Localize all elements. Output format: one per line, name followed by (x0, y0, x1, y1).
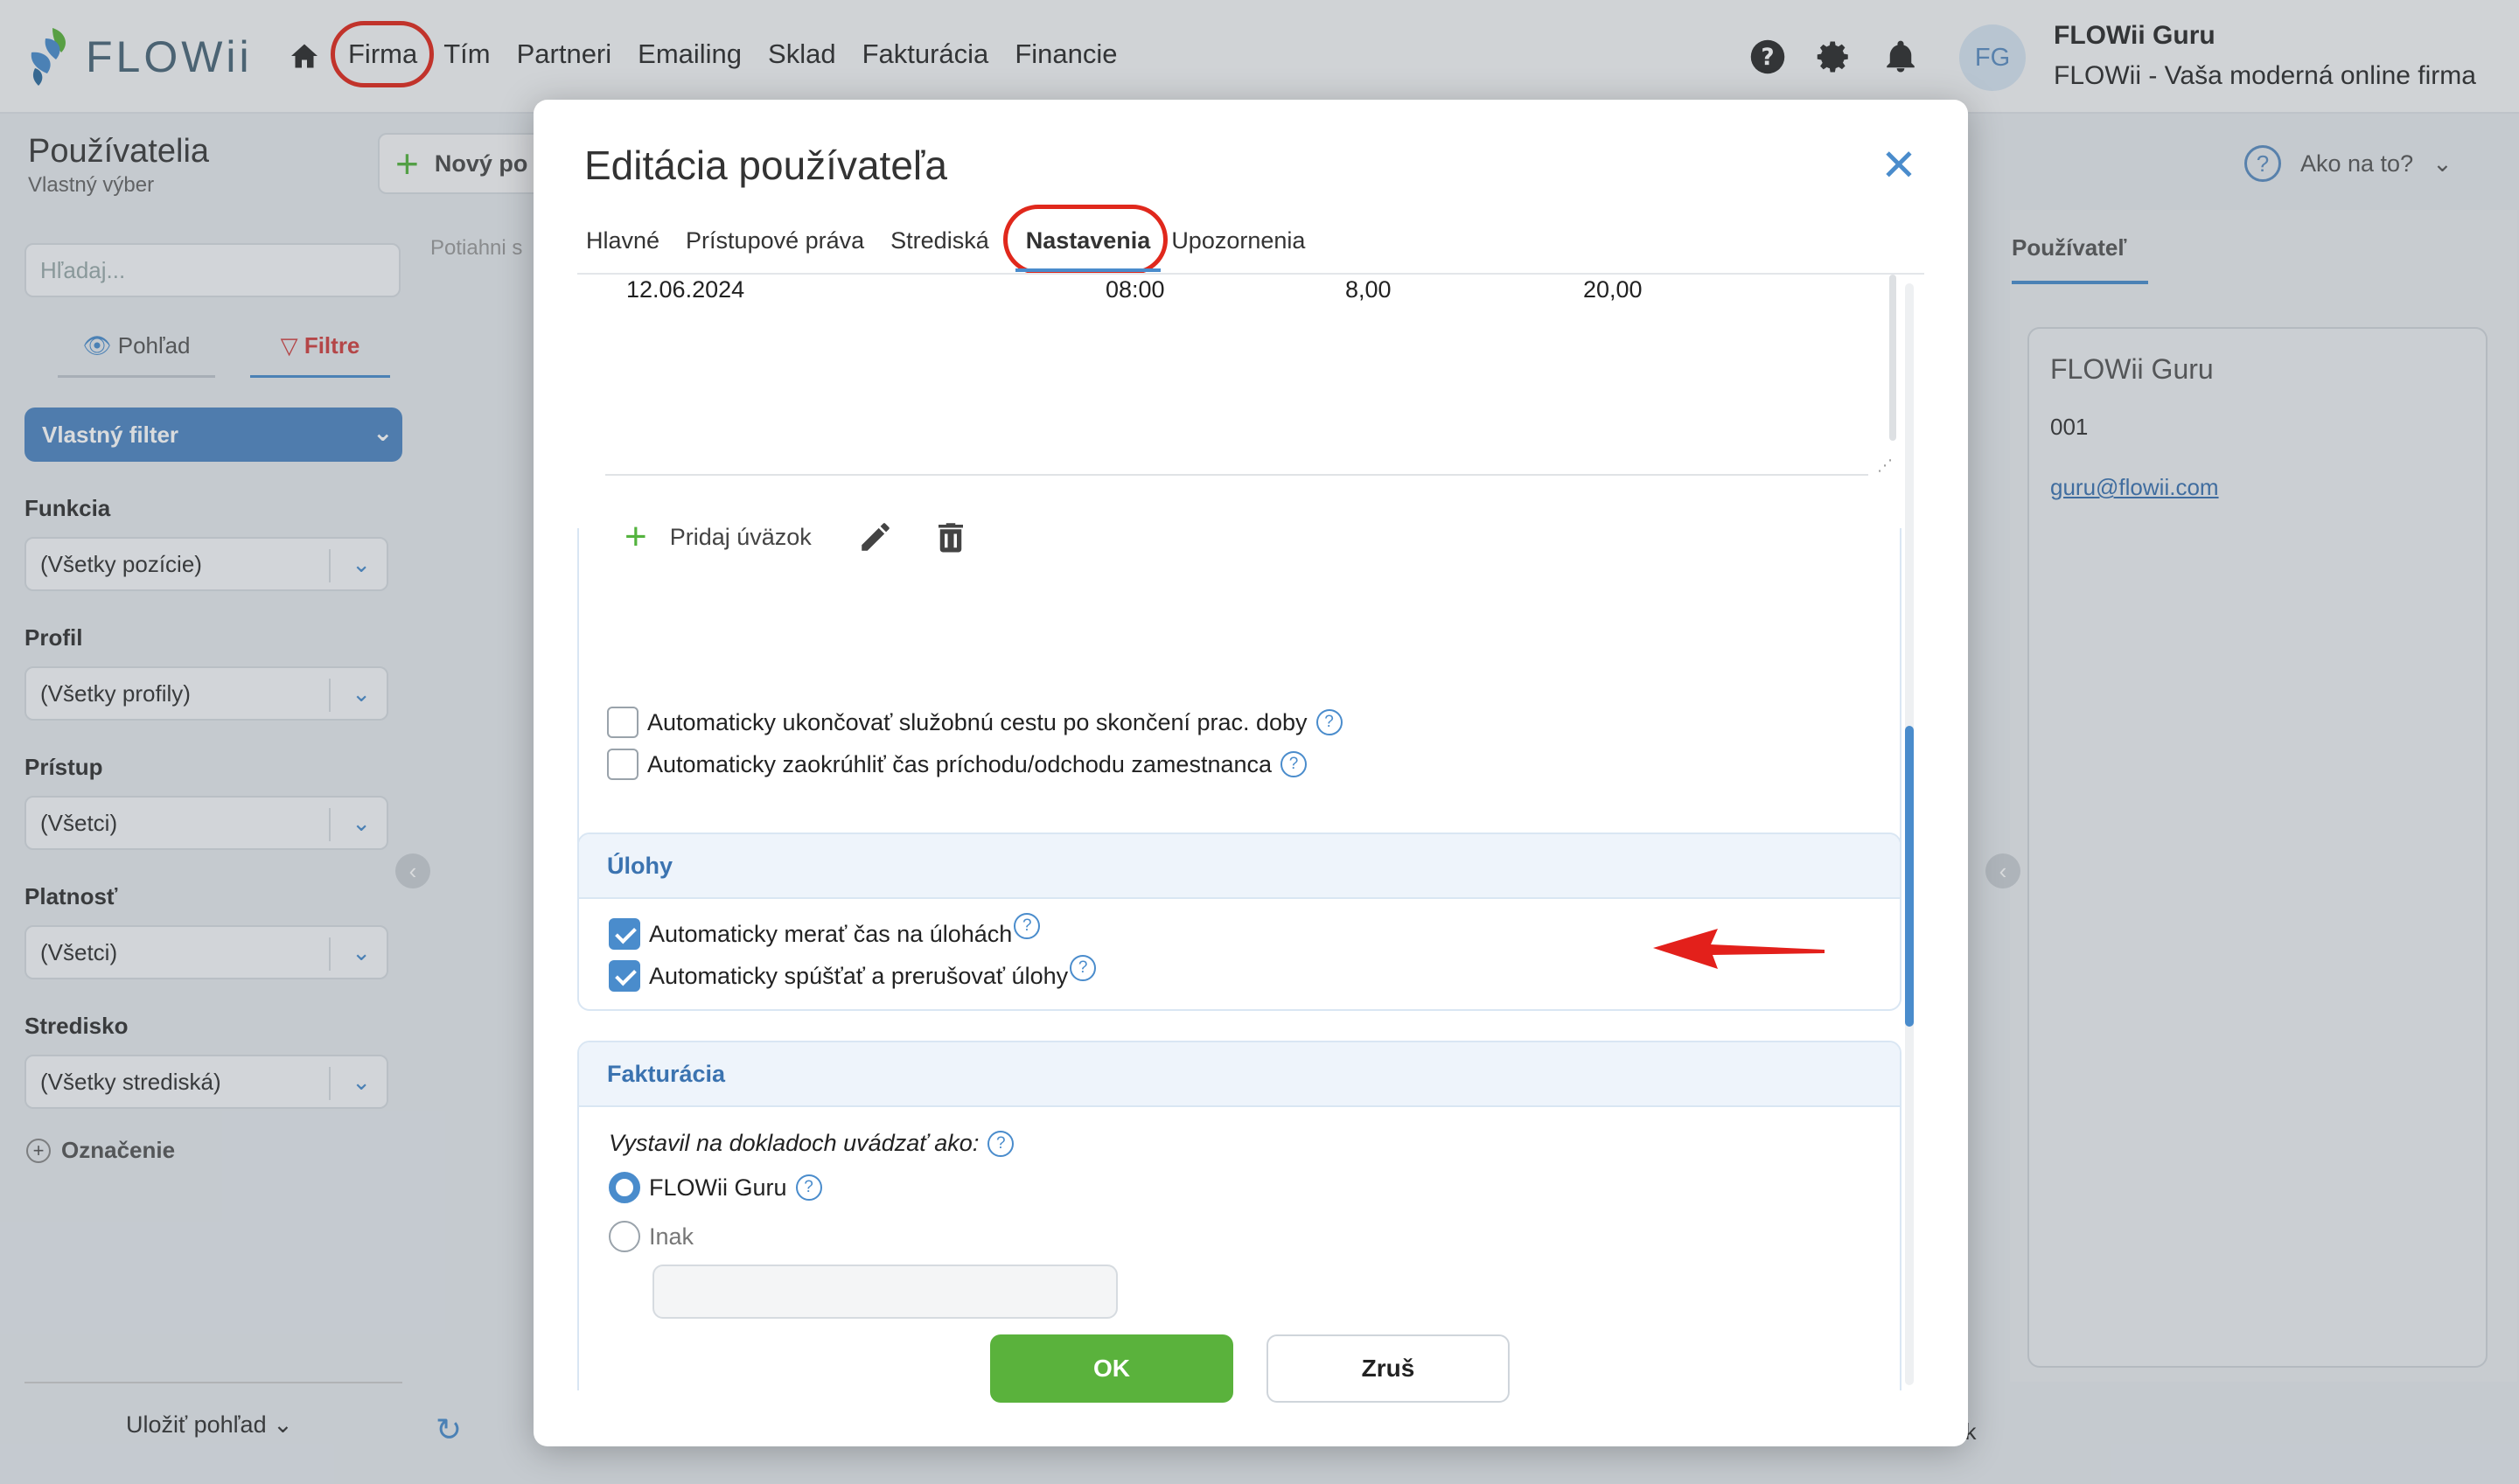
workload-table: 12.06.2024 08:00 8,00 20,00 ⋰ (605, 275, 1896, 476)
pencil-icon[interactable] (857, 519, 894, 555)
radio-label: Inak (649, 1223, 694, 1250)
dialog-tabs: Hlavné Prístupové práva Strediská Nastav… (586, 205, 1305, 275)
tab-notifications[interactable]: Upozornenia (1171, 227, 1305, 254)
dialog-scrollbar-thumb[interactable] (1905, 726, 1914, 1027)
help-icon[interactable]: ? (1280, 751, 1308, 777)
issuer-label: Vystavil na dokladoch uvádzať ako: ? (609, 1130, 1015, 1157)
checkbox[interactable] (607, 707, 638, 738)
help-icon[interactable]: ? (1014, 913, 1041, 939)
issuer-label-text: Vystavil na dokladoch uvádzať ako: (609, 1130, 980, 1156)
table-scrollbar[interactable] (1889, 275, 1896, 441)
auto-start-pause-checkbox[interactable]: Automaticky spúšťať a prerušovať úlohy ? (609, 955, 1097, 992)
add-workload-button[interactable]: Pridaj úväzok (670, 524, 812, 551)
resize-grip-icon[interactable]: ⋰ (1877, 456, 1893, 475)
auto-end-trip-checkbox[interactable]: Automaticky ukončovať služobnú cestu po … (607, 707, 1343, 738)
invoicing-section: Fakturácia Vystavil na dokladoch uvádzať… (577, 1041, 1901, 1390)
cell-date: 12.06.2024 (626, 276, 745, 303)
cancel-button[interactable]: Zruš (1266, 1334, 1510, 1403)
help-icon[interactable]: ? (987, 1130, 1015, 1157)
dialog-title: Editácia používateľa (584, 143, 947, 188)
workload-icons (857, 519, 969, 555)
auto-measure-time-checkbox[interactable]: Automaticky merať čas na úlohách ? (609, 913, 1041, 950)
dialog-scroll-area: 12.06.2024 08:00 8,00 20,00 ⋰ + Pridaj ú… (577, 275, 1942, 1390)
checkbox-checked[interactable] (609, 918, 640, 950)
help-icon[interactable]: ? (795, 1174, 822, 1201)
help-icon[interactable]: ? (1315, 709, 1343, 735)
radio[interactable] (609, 1221, 640, 1252)
checkbox-label: Automaticky ukončovať služobnú cestu po … (647, 708, 1308, 735)
cell-value: 20,00 (1583, 276, 1643, 303)
issuer-other-input[interactable] (652, 1265, 1118, 1319)
checkbox[interactable] (607, 749, 638, 780)
plus-icon[interactable]: + (625, 518, 647, 556)
tab-access-rights[interactable]: Prístupové práva (686, 227, 864, 254)
radio-selected[interactable] (609, 1172, 640, 1203)
invoicing-section-title: Fakturácia (579, 1042, 1900, 1107)
edit-user-dialog: Editácia používateľa ✕ Hlavné Prístupové… (534, 100, 1968, 1446)
cell-time: 08:00 (1106, 276, 1165, 303)
issuer-option-other[interactable]: Inak (609, 1221, 694, 1252)
ok-button[interactable]: OK (990, 1334, 1233, 1403)
help-icon[interactable]: ? (1070, 955, 1097, 981)
checkbox-checked[interactable] (609, 960, 640, 992)
checkbox-label: Automaticky spúšťať a prerušovať úlohy (649, 962, 1069, 989)
cell-hours: 8,00 (1345, 276, 1392, 303)
checkbox-label: Automaticky merať čas na úlohách (649, 920, 1013, 947)
tab-centers[interactable]: Strediská (890, 227, 989, 254)
auto-round-time-checkbox[interactable]: Automaticky zaokrúhliť čas príchodu/odch… (607, 749, 1308, 780)
issuer-option-name[interactable]: FLOWii Guru ? (609, 1172, 822, 1203)
close-icon[interactable]: ✕ (1881, 143, 1917, 187)
radio-label: FLOWii Guru (649, 1174, 787, 1201)
checkbox-label: Automaticky zaokrúhliť čas príchodu/odch… (647, 750, 1273, 777)
tasks-section-title: Úlohy (579, 834, 1900, 899)
workload-toolbar: + Pridaj úväzok (625, 518, 969, 556)
tab-main[interactable]: Hlavné (586, 227, 659, 254)
tab-settings[interactable]: Nastavenia (1002, 205, 1168, 275)
trash-icon[interactable] (932, 519, 969, 555)
workload-section (577, 528, 1901, 878)
highlight-ring (1002, 205, 1168, 275)
red-arrow-annotation (1653, 929, 1825, 969)
